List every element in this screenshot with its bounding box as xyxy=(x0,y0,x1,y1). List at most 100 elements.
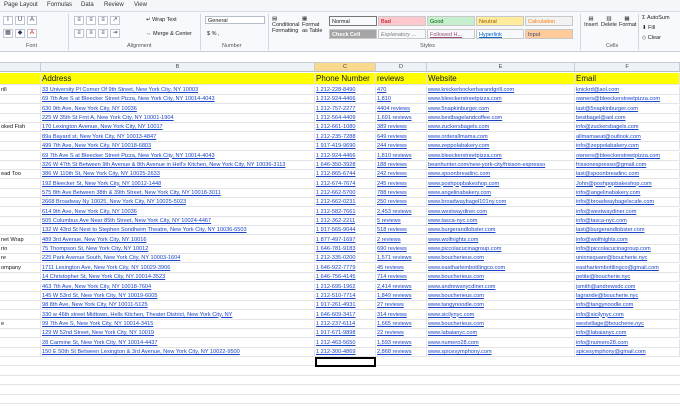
cell-address[interactable]: 150 E 50th St Between Lexington & 3rd Av… xyxy=(41,348,315,358)
cell-address[interactable]: 575 8th Ave Between 38th & 39th Street, … xyxy=(41,188,315,198)
menu-formulas[interactable]: Formulas xyxy=(47,2,72,8)
cell-website[interactable]: www.boucherieus.com xyxy=(427,273,575,283)
cell-reviews[interactable]: 242 reviews xyxy=(376,170,427,180)
column-header-e[interactable]: E xyxy=(427,63,575,72)
cell-address[interactable]: 192 Bleecker St, New York City, NY 10012… xyxy=(41,179,315,189)
cell-name[interactable] xyxy=(0,151,41,161)
cell-email[interactable]: allmamaeat@outlook.com xyxy=(575,132,680,142)
cell-reviews[interactable]: 649 reviews xyxy=(376,132,427,142)
header-address[interactable]: Address xyxy=(41,73,315,85)
cell-email[interactable]: lagrande@boucherie.nyc xyxy=(575,291,680,301)
header-website[interactable]: Website xyxy=(427,73,575,85)
cell-address[interactable]: 69 7th Ave S at Bleecker Street Pizza, N… xyxy=(41,95,315,105)
menu-review[interactable]: Review xyxy=(104,2,124,8)
cell-name[interactable]: ead Too xyxy=(0,170,41,180)
cell-website[interactable]: www.orderallmama.com xyxy=(427,132,575,142)
cell-reviews[interactable]: 2,453 reviews xyxy=(376,207,427,217)
cell-address[interactable]: 89a Bayard st, New York City, NY 10013-4… xyxy=(41,132,315,142)
cell-email[interactable]: jsmith@andrewsdc.com xyxy=(575,282,680,292)
cell-phone[interactable]: 1 212-661-1080 xyxy=(315,123,376,133)
menu-view[interactable]: View xyxy=(134,2,147,8)
borders-icon[interactable]: ▦ xyxy=(3,29,13,38)
style-normal[interactable]: Normal xyxy=(329,16,377,26)
cell-phone[interactable]: 1 917-261-4931 xyxy=(315,301,376,311)
format-button[interactable]: ▦ Format xyxy=(619,16,636,28)
cell-name[interactable]: oked Fish xyxy=(0,123,41,133)
header-cell-a[interactable] xyxy=(0,73,41,85)
column-header-d[interactable]: D xyxy=(376,63,427,72)
header-email[interactable]: Email xyxy=(575,73,680,85)
cell-phone[interactable]: 1 917-419-9690 xyxy=(315,142,376,152)
cell-address[interactable]: 614 9th Ave, New York City, NY 10036 xyxy=(41,207,315,217)
italic-icon[interactable]: I xyxy=(3,16,13,25)
cell-name[interactable] xyxy=(0,301,41,311)
cell-phone[interactable]: 1 212-237-6114 xyxy=(315,320,376,329)
format-as-table-button[interactable]: ▦ Format as Table xyxy=(302,16,326,34)
cell-phone[interactable]: 1 212-510-7714 xyxy=(315,291,376,301)
cell-email[interactable]: owners@bleeckerstreetpizza.com xyxy=(575,95,680,105)
cell-website[interactable]: www.labaianyc.com xyxy=(427,329,575,339)
cell-reviews[interactable]: 1,665 reviews xyxy=(376,320,427,329)
align-bottom-icon[interactable]: ≡ xyxy=(98,16,108,25)
cell-email[interactable]: last@burgerandlobster.com xyxy=(575,226,680,236)
cell-reviews[interactable]: 2,414 reviews xyxy=(376,282,427,292)
cell-website[interactable]: www.boucherieus.com xyxy=(427,320,575,329)
cell-email[interactable]: petite@boucherie.nyc xyxy=(575,273,680,283)
cell-email[interactable]: info@wolfnights.com xyxy=(575,235,680,245)
cell-website[interactable]: www.5napkinburger.com xyxy=(427,104,575,114)
cell-email[interactable]: frissonespresso@gmail.com xyxy=(575,160,680,170)
cell-email[interactable]: John@poshpopbakeshop.com xyxy=(575,179,680,189)
cell-name[interactable] xyxy=(0,273,41,283)
cell-email[interactable]: info@angelinabakery.com xyxy=(575,188,680,198)
cell-name[interactable] xyxy=(0,142,41,152)
cell-website[interactable]: www.bleeckerstreetpizza.com xyxy=(427,95,575,105)
style-followed-hyperlink[interactable]: Followed H... xyxy=(427,29,475,39)
cell-address[interactable]: 1711 Lexington Ave, New York City, NY 10… xyxy=(41,263,315,273)
cell-phone[interactable]: 1 212-235-7288 xyxy=(315,132,376,142)
cell-phone[interactable]: 1 877-497-1697 xyxy=(315,235,376,245)
cell-address[interactable]: 463 7th Ave, New York City, NY 10018-760… xyxy=(41,282,315,292)
cell-email[interactable]: info@sicilynyc.com xyxy=(575,310,680,320)
cell-website[interactable]: beanhunter.com/new-york-city/frisson-esp… xyxy=(427,160,575,170)
cell-phone[interactable]: 1 646-781-9183 xyxy=(315,245,376,255)
cell-phone[interactable]: 1 212-865-6744 xyxy=(315,170,376,180)
cell-email[interactable]: info@piccolacucinagroup.com xyxy=(575,245,680,255)
cell-reviews[interactable]: 45 reviews xyxy=(376,263,427,273)
cell-email[interactable]: westvillage@boucherie.nyc xyxy=(575,320,680,329)
cell-email[interactable]: last@5napkinburger.com xyxy=(575,104,680,114)
cell-website[interactable]: www.spicesymphony.com xyxy=(427,348,575,358)
cell-email[interactable]: knickrd@aol.com xyxy=(575,86,680,95)
font-size-up-icon[interactable]: A xyxy=(27,16,37,25)
cell-phone[interactable]: 1 212-362-2211 xyxy=(315,217,376,227)
cell-phone[interactable]: 1 212-924-4466 xyxy=(315,151,376,161)
cell-website[interactable]: www.spoonbreadinc.com xyxy=(427,170,575,180)
cell-phone[interactable]: 1 212-463-5650 xyxy=(315,338,376,348)
cell-name[interactable] xyxy=(0,95,41,105)
cell-name[interactable]: rio xyxy=(0,245,41,255)
cell-address[interactable]: 386 W 110th St, New York City, NY 10025-… xyxy=(41,170,315,180)
font-color-icon[interactable]: A xyxy=(27,29,37,38)
cell-website[interactable]: www.eastharlembottlingco.com xyxy=(427,263,575,273)
cell-reviews[interactable]: 2,868 reviews xyxy=(376,348,427,358)
cell-name[interactable] xyxy=(0,104,41,114)
cell-name[interactable] xyxy=(0,310,41,320)
cell-name[interactable] xyxy=(0,179,41,189)
cell-phone[interactable]: 1 212-695-1962 xyxy=(315,282,376,292)
cell-name[interactable] xyxy=(0,338,41,348)
orientation-icon[interactable]: ↗ xyxy=(110,16,120,25)
cell-phone[interactable]: 1 917-671-9898 xyxy=(315,329,376,339)
fill-color-icon[interactable]: ◆ xyxy=(15,29,25,38)
cell-phone[interactable]: 1 646-609-3417 xyxy=(315,310,376,320)
cell-name[interactable]: rill xyxy=(0,86,41,95)
cell-name[interactable] xyxy=(0,217,41,227)
cell-reviews[interactable]: 5 reviews xyxy=(376,217,427,227)
header-reviews[interactable]: reviews xyxy=(376,73,427,85)
cell-address[interactable]: 170 Lexington Avenue, New York City, NY … xyxy=(41,123,315,133)
merge-center-button[interactable]: ⇔ Merge & Center xyxy=(146,31,192,37)
cell-address[interactable]: 33 University Pl Corner Of 9th Street, N… xyxy=(41,86,315,95)
cell-name[interactable] xyxy=(0,329,41,339)
cell-email[interactable]: info@tangynoodle.com xyxy=(575,301,680,311)
conditional-formatting-button[interactable]: ▤ Conditional Formatting xyxy=(272,16,300,34)
column-header-c[interactable]: C xyxy=(315,63,376,72)
cell-website[interactable]: www.burgerandlobster.com xyxy=(427,226,575,236)
